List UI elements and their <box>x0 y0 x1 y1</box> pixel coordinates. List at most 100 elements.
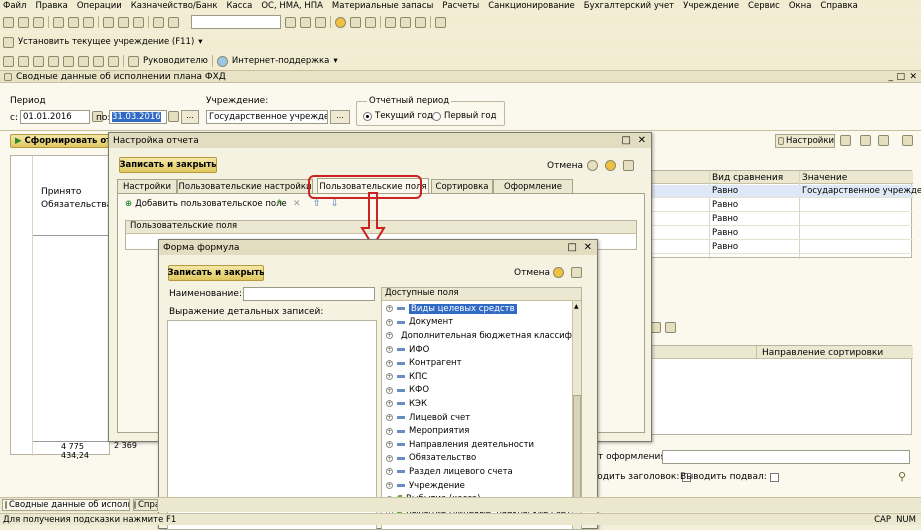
save-settings-icon[interactable] <box>860 135 871 146</box>
list-icon[interactable] <box>48 55 59 67</box>
expand-icon[interactable]: + <box>386 305 393 313</box>
expand-icon[interactable]: + <box>386 318 393 326</box>
maximize-icon[interactable]: □ <box>622 135 631 146</box>
first-year-radio[interactable]: Первый год <box>432 111 497 121</box>
filter-row[interactable]: Равно <box>646 241 913 254</box>
show-header-checkbox[interactable]: водить заголовок: <box>592 472 692 482</box>
tab-design[interactable]: Оформление <box>493 179 573 193</box>
design-input[interactable] <box>662 450 910 464</box>
select-period-button[interactable]: ... <box>181 110 199 124</box>
current-year-radio[interactable]: Текущий год <box>363 111 433 121</box>
help-icon[interactable] <box>902 135 913 146</box>
managers-button[interactable]: Руководителю <box>143 56 208 66</box>
menu-item-11[interactable]: Сервис <box>748 1 780 11</box>
expand-icon[interactable]: + <box>386 414 393 422</box>
new-icon[interactable] <box>3 16 14 28</box>
menu-item-9[interactable]: Бухгалтерский учет <box>584 1 674 11</box>
refresh-icon[interactable] <box>300 16 311 28</box>
expand-icon[interactable]: + <box>386 359 393 367</box>
support-button[interactable]: Интернет-поддержка <box>232 56 329 66</box>
field-item[interactable]: + ИФО <box>386 343 581 357</box>
copy-icon[interactable] <box>68 16 79 28</box>
help-icon[interactable] <box>553 267 564 278</box>
maximize-icon[interactable]: □ <box>568 242 577 253</box>
info-icon[interactable] <box>623 160 634 171</box>
to-date-input[interactable]: 31.03.2016 <box>109 110 167 124</box>
expand-icon[interactable]: + <box>386 332 393 340</box>
field-item[interactable]: + Направления деятельности <box>386 438 581 452</box>
taskbar-item-help[interactable]: Спра <box>133 499 158 511</box>
journal-icon[interactable] <box>78 55 89 67</box>
undo-icon[interactable] <box>153 16 164 28</box>
settings-icon[interactable] <box>108 55 119 67</box>
taskbar-item-report[interactable]: Сводные данные об исполн... <box>2 499 130 511</box>
expand-icon[interactable]: + <box>386 346 393 354</box>
menu-item-7[interactable]: Расчеты <box>442 1 479 11</box>
chevron-down-icon[interactable]: ▾ <box>198 37 202 47</box>
close-icon[interactable]: ✕ <box>638 135 646 146</box>
info-icon[interactable] <box>571 267 582 278</box>
menu-item-13[interactable]: Справка <box>820 1 857 11</box>
filter-grid[interactable]: Вид сравнения Значение Равно Государствен… <box>645 170 921 259</box>
expand-icon[interactable]: + <box>386 454 393 462</box>
institution-input[interactable]: Государственное учреждение <box>206 110 328 124</box>
field-item[interactable]: + Мероприятия <box>386 424 581 438</box>
generate-report-button[interactable]: ▶Сформировать отчет <box>10 134 110 148</box>
m-icon[interactable] <box>385 16 396 28</box>
field-item[interactable]: + Дополнительная бюджетная классификация <box>386 329 581 343</box>
set-institution-button[interactable]: Установить текущее учреждение (F11) <box>18 37 194 47</box>
chart-icon[interactable] <box>33 55 44 67</box>
expand-icon[interactable]: + <box>386 468 393 476</box>
field-item[interactable]: + КПС <box>386 370 581 384</box>
settings-cancel-button[interactable]: Отмена <box>547 161 583 171</box>
menu-item-10[interactable]: Учреждение <box>683 1 739 11</box>
settings-save-close-button[interactable]: Записать и закрыть <box>119 157 217 173</box>
filter-row[interactable]: Равно <box>646 227 913 240</box>
expand-icon[interactable]: + <box>386 482 393 490</box>
search-input[interactable] <box>191 15 281 29</box>
report-grid[interactable]: Принято Обязательства 4 775 434,24 <box>10 155 112 460</box>
show-footer-checkbox[interactable]: Выводить подвал: <box>680 472 779 482</box>
add-user-field-button[interactable]: ⊕ Добавить пользовательское поле <box>125 199 287 209</box>
field-item[interactable]: + Раздел лицевого счета <box>386 465 581 479</box>
settings-button[interactable]: Настройки <box>775 134 835 148</box>
expand-icon[interactable]: + <box>386 400 393 408</box>
doc-icon[interactable] <box>63 55 74 67</box>
minimize-icon[interactable]: _ <box>889 72 894 82</box>
arrow-up-icon[interactable]: ⇧ <box>313 199 321 209</box>
chevron-down-icon[interactable]: ▾ <box>333 56 337 66</box>
filter-row[interactable]: Равно Государственное учрежде... <box>646 185 921 198</box>
formula-cancel-button[interactable]: Отмена <box>514 268 550 278</box>
open-icon[interactable] <box>18 16 29 28</box>
menu-item-12[interactable]: Окна <box>789 1 812 11</box>
print-icon[interactable] <box>103 16 114 28</box>
arrow-down-icon[interactable] <box>665 322 676 333</box>
field-item[interactable]: + Виды целевых средств <box>386 302 581 316</box>
maximize-icon[interactable]: □ <box>896 72 905 82</box>
tab-user-settings[interactable]: Пользовательские настройки <box>177 179 313 193</box>
people-icon[interactable] <box>93 55 104 67</box>
menu-item-5[interactable]: ОС, НМА, НПА <box>261 1 323 11</box>
menu-item-4[interactable]: Касса <box>227 1 253 11</box>
search-icon[interactable] <box>285 16 296 28</box>
folder-icon[interactable] <box>840 135 851 146</box>
home-icon[interactable] <box>3 55 14 67</box>
redo-icon[interactable] <box>168 16 179 28</box>
field-item[interactable]: + Лицевой счет <box>386 411 581 425</box>
expand-icon[interactable]: + <box>386 441 393 449</box>
close-icon[interactable]: ✕ <box>584 242 592 253</box>
help-icon[interactable] <box>605 160 616 171</box>
cut-icon[interactable] <box>53 16 64 28</box>
help-icon[interactable] <box>335 16 346 28</box>
filter-row[interactable]: Равно <box>646 213 913 226</box>
formula-save-close-button[interactable]: Записать и закрыть <box>167 265 265 281</box>
calc-icon[interactable] <box>350 16 361 28</box>
calendar-icon[interactable] <box>168 111 179 122</box>
menu-item-2[interactable]: Операции <box>77 1 122 11</box>
field-item[interactable]: + Обязательство <box>386 452 581 466</box>
field-item[interactable]: + КФО <box>386 384 581 398</box>
expand-icon[interactable]: + <box>386 386 393 394</box>
calendar-icon[interactable] <box>365 16 376 28</box>
available-fields-tree[interactable]: Доступные поля + Виды целевых средств + Док… <box>381 287 582 530</box>
field-item[interactable]: + Учреждение <box>386 479 581 493</box>
